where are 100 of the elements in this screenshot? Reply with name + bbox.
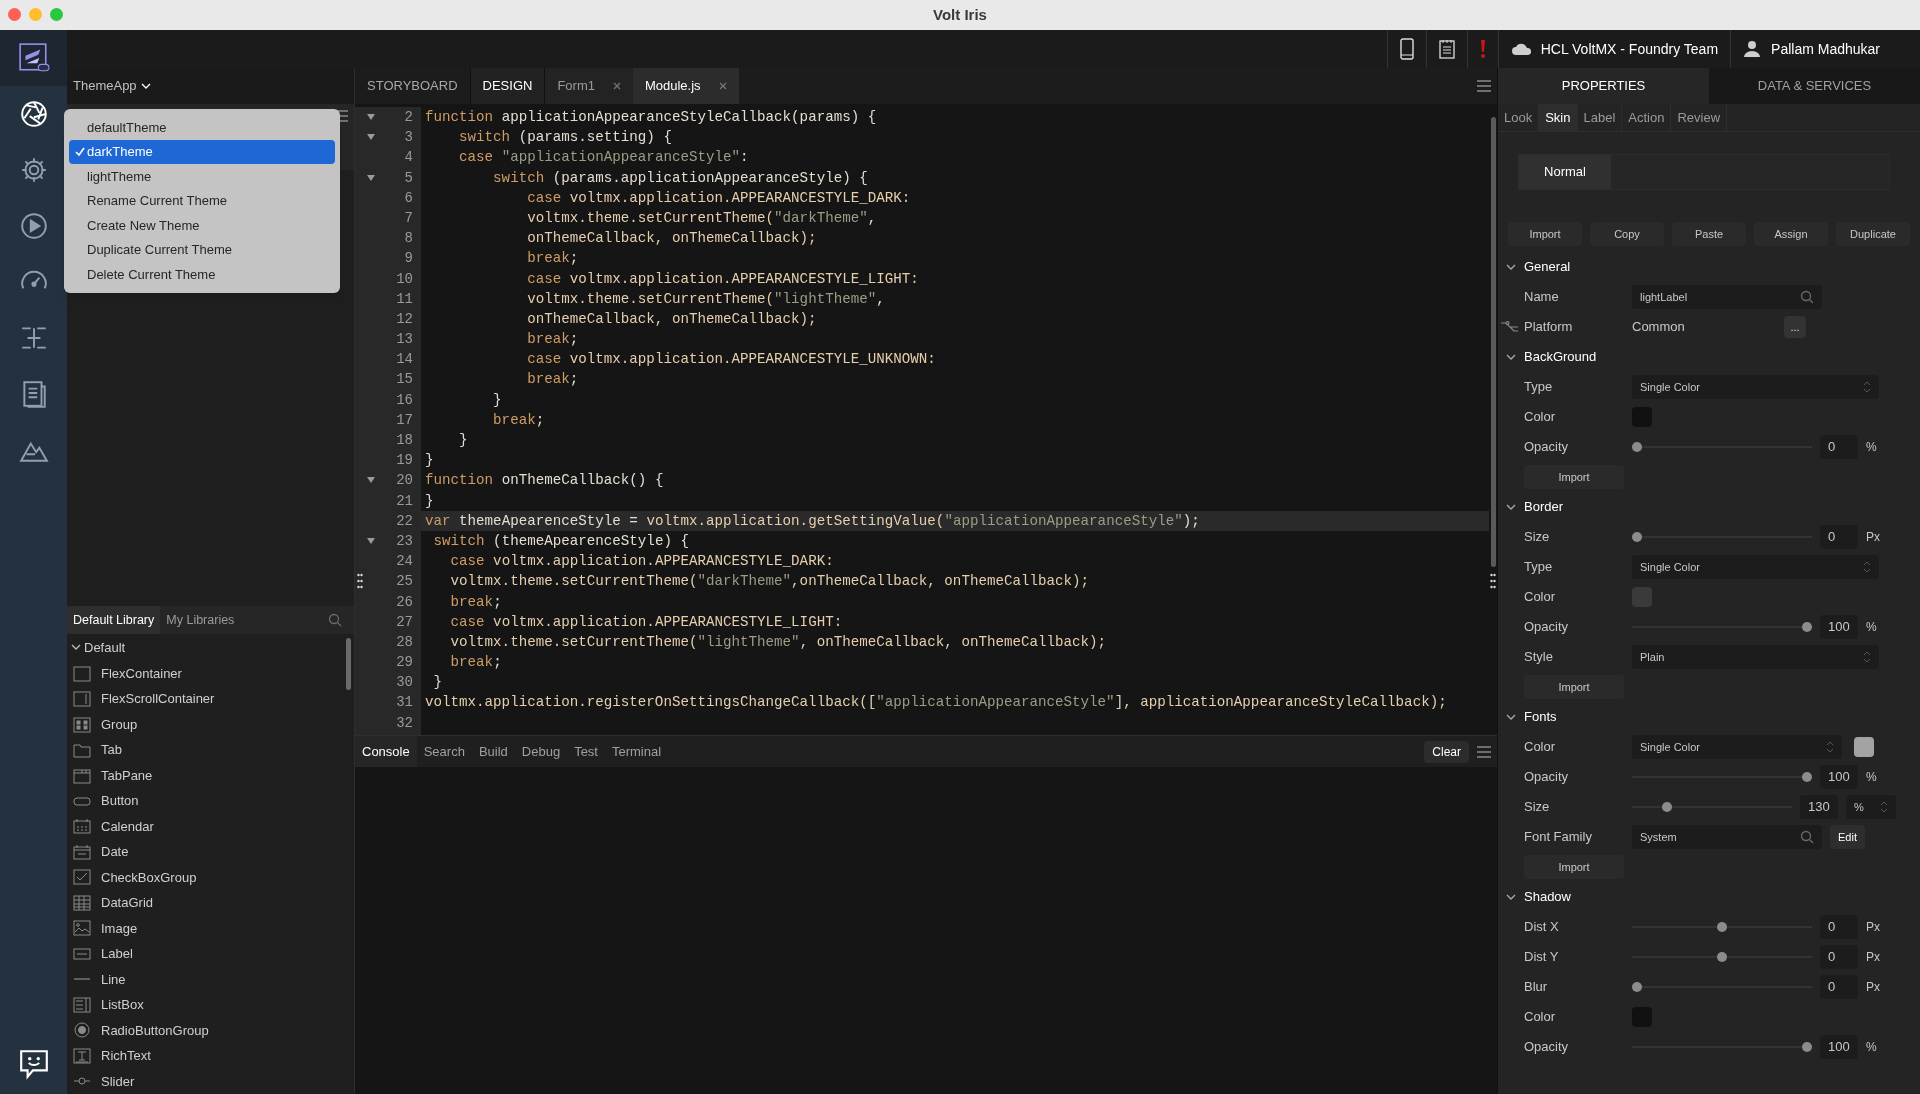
value-field[interactable]: 0 (1820, 945, 1858, 969)
import-button[interactable]: Import (1524, 675, 1624, 699)
widget-item[interactable]: FlexScrollContainer (101, 689, 215, 709)
widget-item[interactable]: RichText (101, 1046, 151, 1066)
select-field[interactable]: Plain (1632, 645, 1879, 669)
section-header[interactable]: BackGround (1498, 342, 1920, 372)
widget-item[interactable]: TabPane (101, 765, 153, 786)
font-family-field[interactable]: System (1632, 825, 1822, 849)
skin-action-button[interactable]: Copy (1590, 222, 1664, 246)
search-icon[interactable] (1800, 290, 1814, 304)
import-button[interactable]: Import (1524, 855, 1624, 879)
widget-item[interactable]: CheckBoxGroup (101, 867, 197, 888)
select-field[interactable]: Single Color (1632, 375, 1879, 399)
slider-track[interactable] (1632, 922, 1812, 932)
close-icon[interactable] (612, 82, 621, 90)
widget-item[interactable]: Calendar (101, 816, 154, 837)
file-tab[interactable]: Form1 (545, 68, 633, 104)
alert-icon[interactable] (1479, 39, 1486, 59)
slider-track[interactable] (1632, 952, 1812, 962)
library-group[interactable]: Default (71, 634, 346, 661)
menu-item[interactable]: Duplicate Current Theme (69, 237, 335, 262)
section-header[interactable]: General (1498, 252, 1920, 282)
slider-track[interactable] (1632, 802, 1792, 812)
clear-button[interactable]: Clear (1424, 740, 1469, 763)
widget-item[interactable]: Label (101, 944, 133, 964)
widget-item[interactable]: Image (101, 918, 138, 939)
widget-item[interactable]: RadioButtonGroup (101, 1020, 209, 1041)
console-tab[interactable]: Debug (514, 736, 568, 767)
slider-thumb[interactable] (1662, 802, 1672, 812)
library-tab[interactable]: My Libraries (160, 606, 241, 634)
slider-track[interactable] (1632, 622, 1812, 632)
unit-select[interactable]: % (1846, 795, 1896, 819)
search-icon[interactable] (1800, 830, 1814, 844)
state-tab[interactable]: Normal (1519, 155, 1611, 189)
slider-track[interactable] (1632, 982, 1812, 992)
edit-button[interactable]: Edit (1830, 825, 1865, 849)
value-field[interactable]: 130 (1800, 795, 1838, 819)
fold-arrow-icon[interactable] (367, 134, 375, 141)
slider-thumb[interactable] (1632, 532, 1642, 542)
console-tab[interactable]: Terminal (605, 736, 669, 767)
widget-item[interactable]: FlexContainer (101, 663, 182, 684)
select-field[interactable]: Single Color (1632, 555, 1879, 579)
project-dropdown[interactable]: ThemeApp (73, 76, 151, 96)
slider-track[interactable] (1632, 532, 1812, 542)
name-field[interactable]: lightLabel (1632, 285, 1822, 309)
widget-item[interactable]: Date (101, 842, 129, 862)
property-tab[interactable]: Action (1622, 104, 1672, 131)
widget-item[interactable]: ListBox (101, 995, 144, 1015)
user-name[interactable]: Pallam Madhukar (1771, 38, 1880, 60)
menu-item[interactable]: Rename Current Theme (69, 188, 335, 213)
console-tab[interactable]: Console (355, 736, 417, 767)
widget-item[interactable]: Group (101, 714, 138, 735)
section-header[interactable]: Fonts (1498, 702, 1920, 732)
widget-item[interactable]: Button (101, 791, 139, 811)
property-tab[interactable]: Review (1671, 104, 1728, 131)
value-field[interactable]: 100 (1820, 615, 1858, 639)
value-field[interactable]: 0 (1820, 975, 1858, 999)
play-icon[interactable] (18, 211, 49, 241)
widget-item[interactable]: DataGrid (101, 893, 154, 913)
more-button[interactable]: ... (1784, 316, 1806, 338)
slider-thumb[interactable] (1802, 1042, 1812, 1052)
menu-item[interactable]: darkTheme (69, 139, 335, 164)
slider-thumb[interactable] (1632, 982, 1642, 992)
section-header[interactable]: Shadow (1498, 882, 1920, 912)
menu-item[interactable]: Delete Current Theme (69, 262, 335, 287)
property-tab[interactable]: Skin (1539, 104, 1578, 131)
team-name[interactable]: HCL VoltMX - Foundry Team (1540, 38, 1719, 60)
widget-item[interactable]: Slider (101, 1071, 135, 1092)
skin-action-button[interactable]: Paste (1672, 222, 1746, 246)
drag-handle-icon[interactable] (1490, 573, 1496, 589)
fold-arrow-icon[interactable] (367, 538, 375, 545)
slider-track[interactable] (1632, 1042, 1812, 1052)
panel-tab[interactable]: DATA & SERVICES (1709, 68, 1920, 104)
close-icon[interactable] (718, 82, 727, 90)
search-icon[interactable] (328, 613, 342, 627)
mode-tab[interactable]: DESIGN (470, 68, 546, 104)
color-swatch[interactable] (1854, 737, 1874, 757)
slider-thumb[interactable] (1802, 622, 1812, 632)
slider-track[interactable] (1632, 442, 1812, 452)
slider-thumb[interactable] (1717, 952, 1727, 962)
menu-item[interactable]: defaultTheme (69, 115, 335, 140)
slider-thumb[interactable] (1717, 922, 1727, 932)
scrollbar-thumb[interactable] (1490, 117, 1496, 567)
skin-action-button[interactable]: Duplicate (1836, 222, 1910, 246)
section-header[interactable]: Border (1498, 492, 1920, 522)
notepad-icon[interactable] (1438, 39, 1455, 59)
slider-thumb[interactable] (1632, 442, 1642, 452)
fold-arrow-icon[interactable] (367, 477, 375, 484)
phone-icon[interactable] (1399, 38, 1414, 60)
drag-handle-icon[interactable] (357, 573, 363, 589)
slider-thumb[interactable] (1802, 772, 1812, 782)
skin-action-button[interactable]: Assign (1754, 222, 1828, 246)
fold-arrow-icon[interactable] (367, 174, 375, 181)
console-tab[interactable]: Search (416, 736, 472, 767)
value-field[interactable]: 100 (1820, 765, 1858, 789)
select-field[interactable]: Single Color (1632, 735, 1842, 759)
value-field[interactable]: 0 (1820, 525, 1858, 549)
console-tab[interactable]: Build (471, 736, 515, 767)
widget-item[interactable]: Line (101, 969, 126, 990)
fold-arrow-icon[interactable] (367, 114, 375, 121)
